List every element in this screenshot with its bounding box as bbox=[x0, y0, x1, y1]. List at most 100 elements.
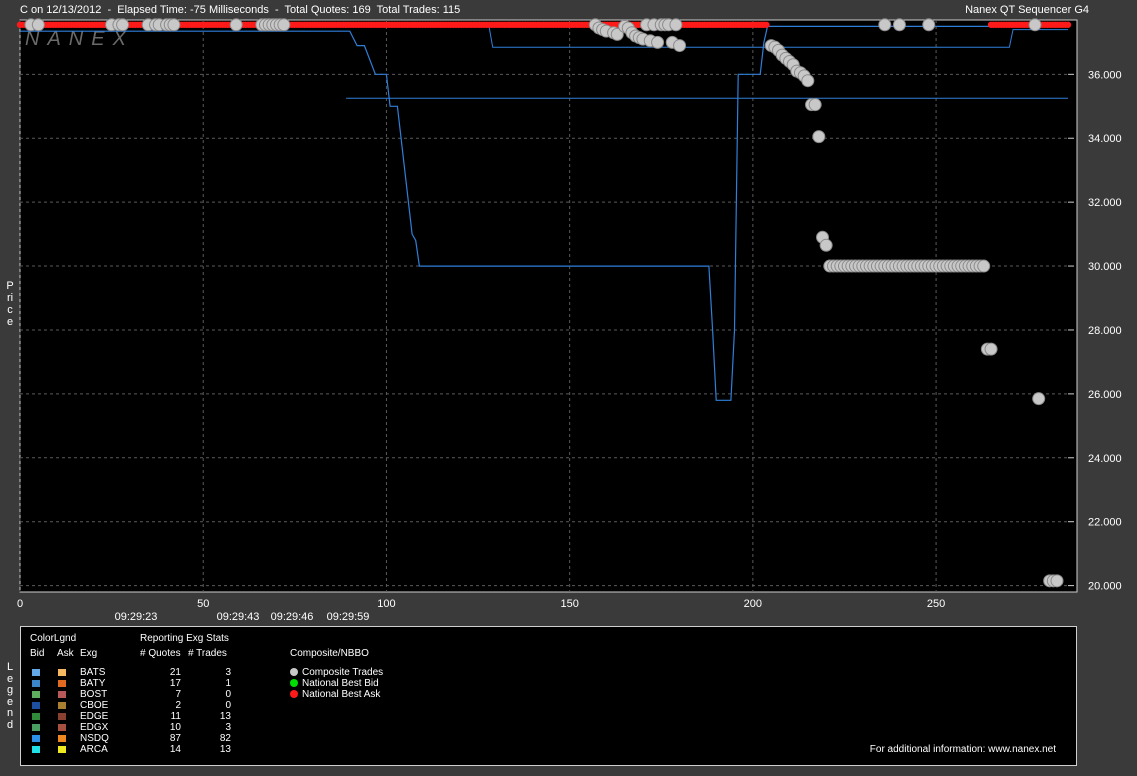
x-tick-label: 0 bbox=[17, 598, 23, 610]
composite-legend-item: National Best Bid bbox=[290, 678, 379, 689]
info-link-text: For additional information: www.nanex.ne… bbox=[869, 744, 1056, 755]
trade-count: 3 bbox=[225, 667, 231, 678]
exchange-name: BATY bbox=[80, 678, 106, 689]
y-tick-label: 34.000 bbox=[1088, 133, 1122, 145]
exchange-name: BATS bbox=[80, 667, 106, 678]
trade-marker bbox=[229, 18, 243, 32]
ask-swatch bbox=[58, 735, 66, 742]
bid-swatch bbox=[32, 746, 40, 753]
trade-marker bbox=[651, 35, 665, 49]
legend-panel: ColorLgnd Bid Ask Exg Reporting Exg Stat… bbox=[20, 626, 1077, 766]
ask-swatch bbox=[58, 713, 66, 720]
legend-row: CBOE 2 0 bbox=[21, 700, 281, 711]
ask-swatch bbox=[58, 680, 66, 687]
bid-swatch bbox=[32, 735, 40, 742]
composite-legend-label: National Best Ask bbox=[302, 689, 381, 700]
exchange-name: EDGE bbox=[80, 711, 109, 722]
plot-area bbox=[19, 19, 1078, 593]
legend-dot-icon bbox=[290, 690, 298, 698]
ask-swatch bbox=[58, 746, 66, 753]
y-tick-label: 24.000 bbox=[1088, 453, 1122, 465]
price-chart: NANEX 0 50 100 150 200 25020.00022.00024.0002… bbox=[16, 18, 1122, 623]
y-tick-label: 22.000 bbox=[1088, 517, 1122, 529]
trade-marker bbox=[1050, 574, 1064, 588]
trade-marker bbox=[167, 18, 181, 32]
time-label: 09:29:46 bbox=[271, 611, 314, 623]
y-tick-label: 26.000 bbox=[1088, 389, 1122, 401]
bid-swatch bbox=[32, 702, 40, 709]
composite-legend-item: Composite Trades bbox=[290, 667, 383, 678]
exchange-name: EDGX bbox=[80, 722, 109, 733]
exchange-name: NSDQ bbox=[80, 733, 109, 744]
ask-swatch bbox=[58, 702, 66, 709]
trade-marker bbox=[977, 259, 991, 273]
trade-marker bbox=[812, 130, 826, 144]
trade-marker bbox=[673, 39, 687, 53]
trade-marker bbox=[277, 18, 291, 32]
x-tick-label: 200 bbox=[744, 598, 762, 610]
y-tick-label: 20.000 bbox=[1088, 581, 1122, 593]
ask-swatch bbox=[58, 691, 66, 698]
legend-row: BATS 21 3 bbox=[21, 667, 281, 678]
bid-swatch bbox=[32, 713, 40, 720]
trade-marker bbox=[116, 18, 130, 32]
trade-marker bbox=[669, 18, 683, 32]
legend-row: EDGE 11 13 bbox=[21, 711, 281, 722]
legend-dot-icon bbox=[290, 679, 298, 687]
quote-count: 17 bbox=[169, 678, 181, 689]
x-tick-label: 250 bbox=[927, 598, 945, 610]
trade-count: 13 bbox=[219, 711, 231, 722]
composite-legend-label: Composite Trades bbox=[302, 667, 384, 678]
x-tick-label: 150 bbox=[560, 598, 578, 610]
legend-col-ask: Ask bbox=[57, 648, 74, 659]
time-label: 09:29:43 bbox=[217, 611, 260, 623]
legend-col-quotes: # Quotes bbox=[140, 648, 181, 659]
legend-row: ARCA 14 13 bbox=[21, 744, 281, 755]
trade-marker bbox=[808, 98, 822, 112]
y-tick-label: 30.000 bbox=[1088, 261, 1122, 273]
time-label: 09:29:59 bbox=[327, 611, 370, 623]
trade-marker bbox=[892, 18, 906, 32]
quote-count: 87 bbox=[169, 733, 181, 744]
bid-swatch bbox=[32, 691, 40, 698]
legend-side-label: Legend bbox=[6, 661, 14, 731]
legend-row: EDGX 10 3 bbox=[21, 722, 281, 733]
composite-legend-label: National Best Bid bbox=[302, 678, 379, 689]
quote-count: 7 bbox=[175, 689, 181, 700]
legend-row: BOST 7 0 bbox=[21, 689, 281, 700]
trade-marker bbox=[1028, 18, 1042, 32]
exchange-name: BOST bbox=[80, 689, 108, 700]
legend-composite-title: Composite/NBBO bbox=[290, 648, 369, 659]
trade-marker bbox=[922, 18, 936, 32]
ask-swatch bbox=[58, 669, 66, 676]
quote-count: 10 bbox=[169, 722, 181, 733]
legend-col-trades: # Trades bbox=[188, 648, 227, 659]
trade-count: 0 bbox=[225, 689, 231, 700]
trade-marker bbox=[819, 238, 833, 252]
legend-stats-title: Reporting Exg Stats bbox=[140, 633, 229, 644]
ask-swatch bbox=[58, 724, 66, 731]
exchange-name: ARCA bbox=[80, 744, 108, 755]
y-tick-label: 28.000 bbox=[1088, 325, 1122, 337]
bid-swatch bbox=[32, 724, 40, 731]
best-ask-marker bbox=[1064, 21, 1072, 28]
legend-dot-icon bbox=[290, 668, 298, 676]
trade-count: 82 bbox=[219, 733, 231, 744]
trade-marker bbox=[984, 342, 998, 356]
bid-swatch bbox=[32, 669, 40, 676]
x-tick-label: 100 bbox=[377, 598, 395, 610]
quote-count: 14 bbox=[169, 744, 181, 755]
quote-count: 21 bbox=[169, 667, 181, 678]
quote-count: 11 bbox=[170, 711, 181, 722]
composite-legend-item: National Best Ask bbox=[290, 689, 380, 700]
y-tick-label: 32.000 bbox=[1088, 197, 1122, 209]
exchange-name: CBOE bbox=[80, 700, 109, 711]
legend-row: NSDQ 87 82 bbox=[21, 733, 281, 744]
x-tick-label: 50 bbox=[197, 598, 209, 610]
legend-row: BATY 17 1 bbox=[21, 678, 281, 689]
quote-count: 2 bbox=[175, 700, 181, 711]
legend-color-title: ColorLgnd bbox=[30, 633, 77, 644]
trade-count: 13 bbox=[219, 744, 231, 755]
trade-count: 3 bbox=[225, 722, 231, 733]
best-ask-marker bbox=[763, 21, 770, 28]
